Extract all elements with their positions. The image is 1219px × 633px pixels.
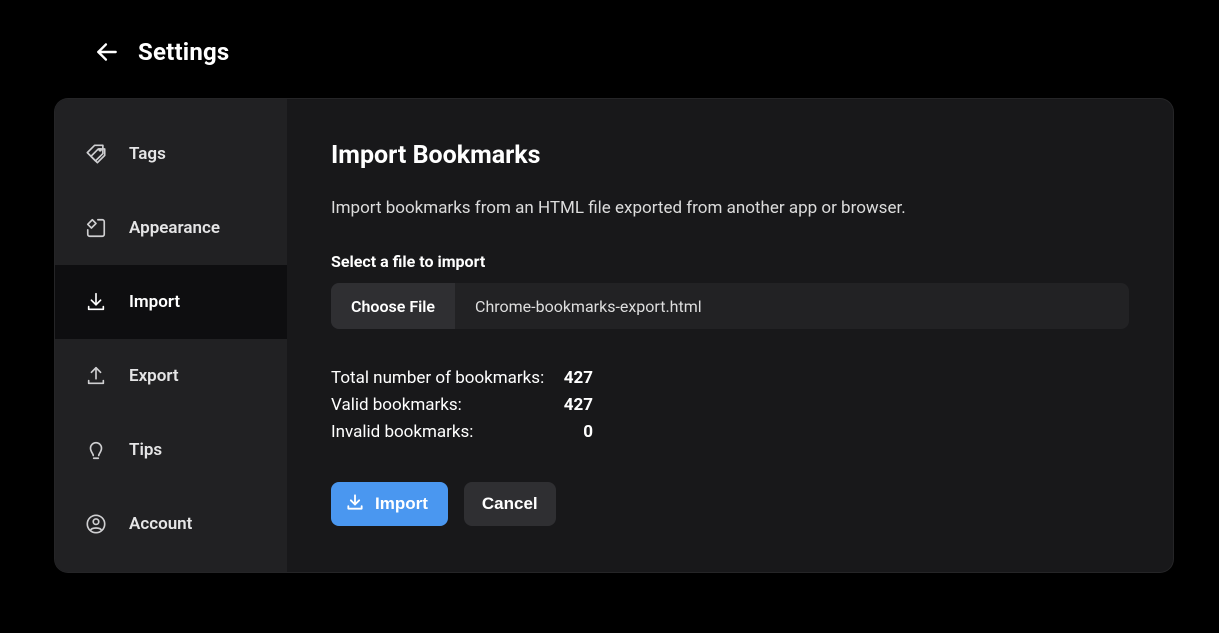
- content-description: Import bookmarks from an HTML file expor…: [331, 198, 1129, 218]
- sidebar-item-appearance[interactable]: Appearance: [55, 191, 287, 265]
- import-button[interactable]: Import: [331, 482, 448, 526]
- stat-valid-value: 427: [553, 392, 593, 419]
- import-button-label: Import: [375, 494, 428, 514]
- tag-icon: [85, 143, 107, 165]
- arrow-left-icon: [94, 39, 120, 65]
- stat-valid-label: Valid bookmarks:: [331, 392, 553, 419]
- import-icon: [345, 492, 365, 517]
- stat-total-value: 427: [553, 365, 593, 392]
- settings-sidebar: Tags Appearance Import: [55, 99, 287, 572]
- lightbulb-icon: [85, 439, 107, 461]
- settings-panel: Tags Appearance Import: [54, 98, 1174, 573]
- sidebar-item-label: Import: [129, 292, 180, 312]
- import-icon: [85, 291, 107, 313]
- account-icon: [85, 513, 107, 535]
- choose-file-button[interactable]: Choose File: [331, 283, 455, 329]
- stat-valid: Valid bookmarks: 427: [331, 392, 1129, 419]
- stat-total-label: Total number of bookmarks:: [331, 365, 553, 392]
- import-content: Import Bookmarks Import bookmarks from a…: [287, 99, 1173, 572]
- sidebar-item-label: Appearance: [129, 218, 220, 238]
- sidebar-item-account[interactable]: Account: [55, 487, 287, 561]
- selected-file-name: Chrome-bookmarks-export.html: [455, 283, 722, 329]
- stat-invalid: Invalid bookmarks: 0: [331, 419, 1129, 446]
- sidebar-item-label: Export: [129, 366, 179, 386]
- export-icon: [85, 365, 107, 387]
- sidebar-item-label: Tips: [129, 440, 162, 460]
- settings-header: Settings: [0, 0, 1219, 66]
- sidebar-item-export[interactable]: Export: [55, 339, 287, 413]
- page-title: Settings: [138, 38, 229, 66]
- stat-invalid-label: Invalid bookmarks:: [331, 419, 553, 446]
- import-stats: Total number of bookmarks: 427 Valid boo…: [331, 365, 1129, 446]
- stat-invalid-value: 0: [553, 419, 593, 446]
- back-button[interactable]: [94, 39, 120, 65]
- sidebar-item-label: Tags: [129, 144, 166, 164]
- sidebar-item-import[interactable]: Import: [55, 265, 287, 339]
- sidebar-item-tags[interactable]: Tags: [55, 117, 287, 191]
- sidebar-item-label: Account: [129, 514, 192, 534]
- sidebar-item-tips[interactable]: Tips: [55, 413, 287, 487]
- file-picker-row: Choose File Chrome-bookmarks-export.html: [331, 283, 1129, 329]
- cancel-button-label: Cancel: [482, 494, 538, 514]
- appearance-icon: [85, 217, 107, 239]
- select-file-label: Select a file to import: [331, 252, 1129, 271]
- content-title: Import Bookmarks: [331, 141, 1129, 170]
- action-buttons: Import Cancel: [331, 482, 1129, 526]
- cancel-button[interactable]: Cancel: [464, 482, 556, 526]
- stat-total: Total number of bookmarks: 427: [331, 365, 1129, 392]
